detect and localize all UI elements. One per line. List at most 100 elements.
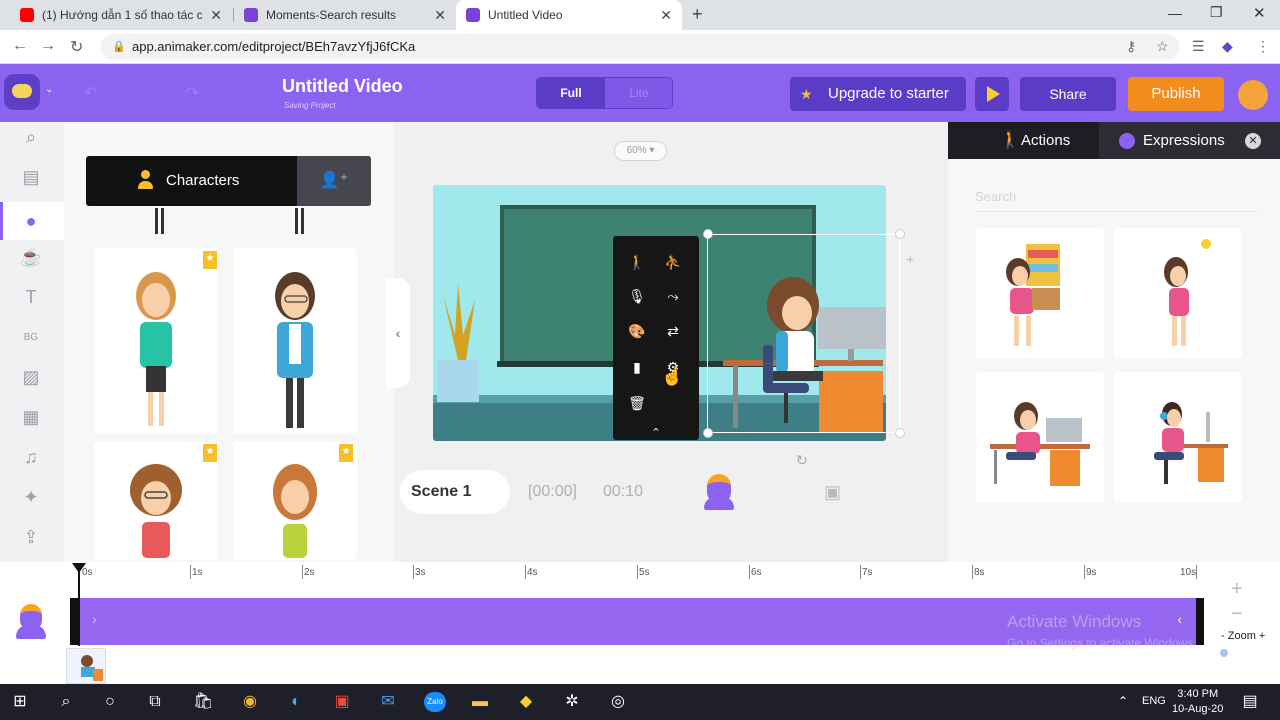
user-avatar[interactable]	[1238, 80, 1268, 110]
close-window-icon[interactable]: ✕	[1253, 4, 1266, 22]
effects-icon[interactable]: ✦	[18, 484, 44, 510]
store-icon[interactable]: 🛍	[193, 692, 213, 712]
browser-tab-untitled-video[interactable]: Untitled Video ✕	[456, 0, 682, 30]
share-button[interactable]: Share	[1020, 77, 1116, 111]
reading-list-icon[interactable]: ☰	[1192, 38, 1205, 55]
rotate-icon[interactable]: ↻	[796, 452, 808, 469]
action-card[interactable]	[976, 372, 1104, 502]
character-card[interactable]	[94, 248, 218, 434]
search-icon[interactable]: ⌕	[18, 124, 44, 150]
delete-trash-icon[interactable]: 🗑	[626, 392, 648, 414]
scene-duration[interactable]: 00:10	[603, 483, 643, 501]
back-arrow-icon[interactable]: ←	[12, 37, 28, 55]
resize-handle[interactable]	[895, 428, 905, 438]
taskbar-clock[interactable]: 3:40 PM 10-Aug-20	[1172, 687, 1223, 717]
palette-icon[interactable]: 🎨	[626, 320, 648, 342]
character-card[interactable]: ★	[203, 248, 357, 434]
media-player-icon[interactable]: ◎	[608, 692, 628, 712]
action-search-input[interactable]	[975, 182, 1258, 212]
edge-icon[interactable]: ◐	[286, 692, 306, 712]
publish-button[interactable]: Publish	[1128, 77, 1224, 111]
extension-icon[interactable]: ◆	[1222, 38, 1233, 55]
music-icon[interactable]: ♫	[18, 444, 44, 470]
playhead-handle[interactable]	[72, 563, 86, 581]
animaker-logo[interactable]	[4, 74, 40, 110]
browser-tab-youtube[interactable]: (1) Hướng dẫn 1 số thao tác cơ b ✕	[10, 0, 232, 30]
chrome-icon[interactable]: ◉	[240, 692, 260, 712]
character-icon[interactable]: ●	[18, 208, 44, 234]
tab-expressions[interactable]: Expressions	[1099, 122, 1249, 159]
zalo-icon[interactable]: Zalo	[424, 692, 446, 712]
character-card[interactable]	[94, 442, 218, 560]
collapse-panel-button[interactable]: ‹	[386, 278, 410, 388]
flip-icon[interactable]: ▮	[626, 356, 648, 378]
close-tab-icon[interactable]: ✕	[660, 7, 672, 24]
input-language[interactable]: ENG	[1142, 695, 1166, 707]
zoom-dropdown[interactable]: 60% ▾	[614, 141, 667, 161]
character-card[interactable]: ★ ★	[203, 442, 357, 560]
text-icon[interactable]: T	[18, 284, 44, 310]
character-partial-top[interactable]	[288, 208, 312, 238]
upload-icon[interactable]: ⇪	[18, 524, 44, 550]
chevron-up-icon[interactable]: ⌃	[1118, 694, 1128, 708]
scene-thumbnail[interactable]	[66, 648, 106, 684]
minimize-window-icon[interactable]: —	[1168, 5, 1182, 21]
restore-window-icon[interactable]: ❐	[1210, 4, 1223, 21]
bookmark-star-icon[interactable]: ☆	[1156, 38, 1169, 55]
key-icon[interactable]: ⚷	[1126, 38, 1136, 55]
close-tab-icon[interactable]: ✕	[210, 7, 222, 24]
mode-full-button[interactable]: Full	[537, 78, 605, 108]
selection-box[interactable]	[707, 234, 900, 433]
properties-icon[interactable]: ☕	[18, 244, 44, 270]
office-icon[interactable]: ▣	[332, 692, 352, 712]
zoom-slider-knob[interactable]	[1220, 649, 1228, 657]
forward-arrow-icon[interactable]: →	[40, 37, 56, 55]
add-character-button[interactable]: 👤⁺	[297, 156, 371, 206]
file-explorer-icon[interactable]: ▬	[470, 692, 490, 712]
zoom-out-button[interactable]: −	[1231, 603, 1243, 626]
reload-icon[interactable]: ↻	[70, 37, 83, 57]
browser-menu-icon[interactable]: ⋮	[1256, 38, 1270, 55]
browser-tab-moments[interactable]: Moments-Search results ✕	[234, 0, 456, 30]
task-view-icon[interactable]: ⧉	[145, 692, 165, 712]
project-title[interactable]: Untitled Video	[282, 76, 403, 97]
resize-handle[interactable]	[703, 229, 713, 239]
chevron-down-icon[interactable]: ⌄	[45, 84, 53, 95]
chevron-up-icon[interactable]: ⌃	[645, 422, 667, 444]
redo-icon[interactable]: ↷	[186, 83, 199, 103]
background-icon[interactable]: BG	[18, 324, 44, 350]
chevron-right-icon[interactable]: ›	[92, 611, 97, 627]
motion-path-icon[interactable]: ⤳	[662, 285, 684, 307]
upgrade-button[interactable]: ★ Upgrade to starter	[790, 77, 966, 111]
scene-selector[interactable]: Scene 1	[400, 470, 510, 514]
mode-lite-button[interactable]: Lite	[605, 78, 672, 108]
zoom-in-button[interactable]: +	[1231, 578, 1243, 601]
windows-start-icon[interactable]: ⊞	[10, 692, 30, 712]
scenes-icon[interactable]: ▤	[18, 164, 44, 190]
add-action-icon[interactable]: ⛹	[662, 251, 684, 273]
action-card[interactable]	[1114, 228, 1242, 358]
chevron-left-icon[interactable]: ‹	[1177, 611, 1182, 627]
app-diamond-icon[interactable]: ◆	[516, 692, 536, 712]
tab-actions[interactable]: 🚶 Actions	[948, 122, 1099, 159]
preview-play-button[interactable]	[975, 77, 1009, 111]
walk-action-icon[interactable]: 🚶	[626, 251, 648, 273]
notifications-icon[interactable]: ▤	[1240, 692, 1260, 712]
search-icon[interactable]: ⌕	[56, 692, 76, 712]
network-app-icon[interactable]: ✲	[562, 692, 582, 712]
resize-handle[interactable]	[703, 428, 713, 438]
video-icon[interactable]: ▦	[18, 404, 44, 430]
url-field[interactable]: 🔒 app.animaker.com/editproject/BEh7avzYf…	[100, 34, 1180, 60]
undo-icon[interactable]: ↶	[84, 83, 97, 103]
mail-icon[interactable]: ✉	[378, 692, 398, 712]
swap-icon[interactable]: ⇄	[662, 320, 684, 342]
close-panel-icon[interactable]: ✕	[1245, 133, 1261, 149]
add-element-icon[interactable]: +	[906, 251, 914, 267]
action-card[interactable]	[976, 228, 1104, 358]
image-icon[interactable]: ▨	[18, 364, 44, 390]
new-tab-button[interactable]: +	[692, 4, 703, 25]
close-tab-icon[interactable]: ✕	[434, 7, 446, 24]
scene-background-icon[interactable]: ▣	[824, 482, 841, 503]
resize-handle[interactable]	[895, 229, 905, 239]
microphone-icon[interactable]: 🎙	[626, 285, 648, 307]
